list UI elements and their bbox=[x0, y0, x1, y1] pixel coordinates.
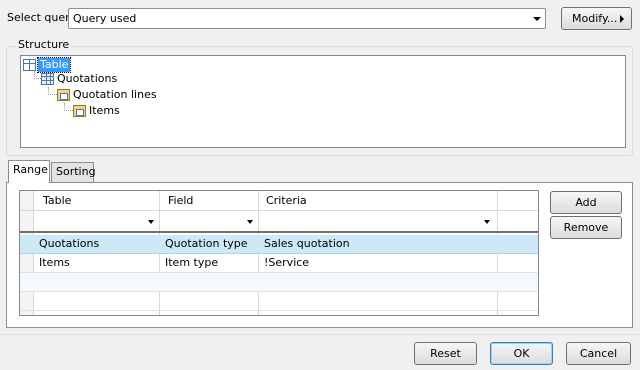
grid-header-row: Table Field Criteria bbox=[20, 191, 538, 211]
empty-row bbox=[20, 292, 538, 311]
structure-legend: Structure bbox=[16, 38, 72, 51]
criteria-filter-dropdown[interactable] bbox=[259, 211, 497, 231]
linked-table-icon bbox=[57, 89, 70, 101]
table-row[interactable]: Quotations Quotation type Sales quotatio… bbox=[20, 235, 538, 254]
cancel-button[interactable]: Cancel bbox=[566, 342, 631, 365]
chevron-down-icon bbox=[484, 220, 490, 224]
chevron-down-icon bbox=[247, 220, 253, 224]
footer-separator bbox=[0, 334, 640, 335]
add-button[interactable]: Add bbox=[550, 191, 622, 214]
chevron-down-icon bbox=[148, 220, 154, 224]
cell-field[interactable]: Quotation type bbox=[165, 235, 248, 253]
column-header-criteria[interactable]: Criteria bbox=[266, 192, 307, 210]
empty-row bbox=[20, 273, 538, 292]
column-header-field[interactable]: Field bbox=[168, 192, 193, 210]
modify-button-label: Modify... bbox=[572, 12, 618, 25]
remove-button[interactable]: Remove bbox=[550, 216, 622, 239]
cell-table[interactable]: Items bbox=[39, 254, 70, 272]
table-filter-dropdown[interactable] bbox=[35, 211, 159, 231]
table-icon bbox=[23, 59, 36, 71]
chevron-down-icon[interactable] bbox=[529, 9, 545, 28]
select-query-combobox[interactable]: Query used bbox=[68, 8, 546, 29]
tree-node-label: Quotations bbox=[57, 72, 118, 85]
linked-table-icon bbox=[73, 105, 86, 117]
tree-node-label: Items bbox=[89, 104, 120, 117]
ok-button[interactable]: OK bbox=[490, 342, 553, 365]
grid-filter-row bbox=[20, 211, 538, 233]
column-header-table[interactable]: Table bbox=[43, 192, 71, 210]
submenu-arrow-icon bbox=[620, 15, 624, 23]
field-filter-dropdown[interactable] bbox=[160, 211, 258, 231]
cell-criteria[interactable]: Sales quotation bbox=[264, 235, 350, 253]
tab-range[interactable]: Range bbox=[8, 160, 50, 183]
range-grid[interactable]: Table Field Criteria Quotations Quotatio… bbox=[19, 190, 539, 316]
cell-criteria[interactable]: !Service bbox=[264, 254, 309, 272]
tab-sorting[interactable]: Sorting bbox=[51, 162, 96, 182]
select-query-value: Query used bbox=[73, 12, 137, 25]
modify-button[interactable]: Modify... bbox=[561, 7, 632, 30]
cell-field[interactable]: Item type bbox=[165, 254, 218, 272]
reset-button[interactable]: Reset bbox=[414, 342, 477, 365]
cell-table[interactable]: Quotations bbox=[39, 235, 99, 253]
table-row[interactable]: Items Item type !Service bbox=[20, 254, 538, 273]
structure-tree[interactable]: Table Quotations Quotation lines Items bbox=[20, 55, 626, 148]
grid-table-icon bbox=[41, 73, 54, 85]
tree-node-label: Quotation lines bbox=[73, 88, 157, 101]
tree-node-label: Table bbox=[36, 57, 72, 73]
